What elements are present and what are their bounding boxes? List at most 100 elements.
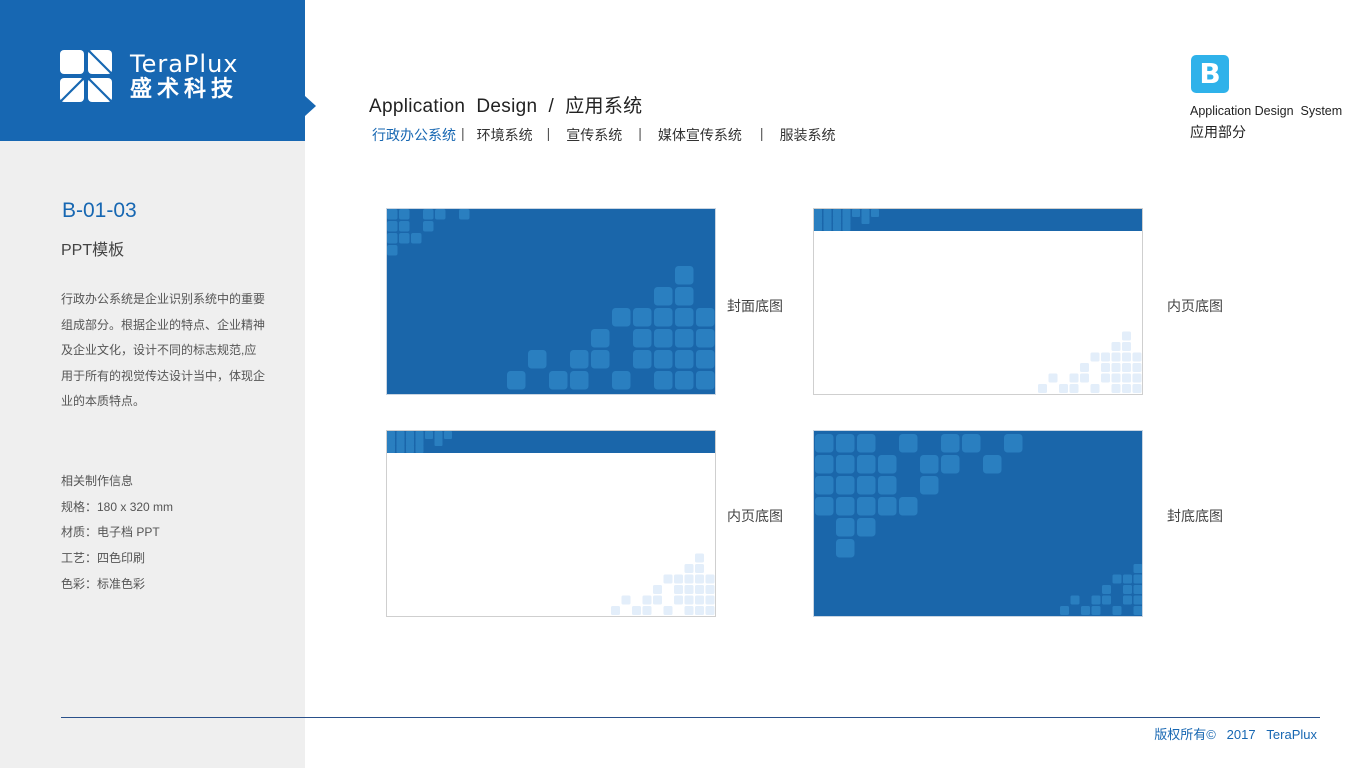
tile — [836, 497, 855, 516]
tile — [387, 221, 398, 232]
tile — [1081, 606, 1090, 615]
tab-separator: | — [461, 125, 465, 141]
tile — [684, 595, 694, 605]
tile — [899, 497, 918, 516]
page-code: B-01-03 — [62, 199, 137, 222]
tile — [861, 209, 870, 217]
tile — [653, 585, 662, 594]
tile — [633, 350, 652, 369]
tile — [1080, 373, 1089, 383]
tile — [1048, 373, 1058, 383]
tile — [444, 431, 452, 439]
footer-divider — [61, 717, 1320, 718]
inner-page-template-thumbnail[interactable] — [386, 430, 716, 617]
tile — [878, 455, 897, 474]
tile — [591, 350, 610, 369]
tile — [507, 371, 526, 390]
tile — [833, 209, 841, 217]
tab-environment[interactable]: 环境系统 — [477, 125, 533, 145]
tile — [941, 455, 960, 474]
tile — [406, 431, 414, 439]
tile — [654, 287, 673, 306]
tile — [823, 216, 832, 224]
tile — [1038, 384, 1047, 393]
tile — [815, 455, 834, 474]
tile — [411, 233, 422, 244]
tile — [675, 329, 694, 348]
tile — [528, 350, 547, 369]
tile — [396, 445, 405, 453]
tab-apparel[interactable]: 服装系统 — [780, 125, 836, 145]
tile — [852, 209, 860, 217]
inner-tile-pattern — [387, 431, 715, 615]
thumbnail-caption: 封面底图 — [727, 298, 783, 314]
cover-template-thumbnail[interactable] — [386, 208, 716, 395]
tile — [387, 438, 395, 446]
teraplux-logo-icon — [60, 50, 112, 102]
tile — [1133, 595, 1142, 605]
tile — [814, 216, 822, 224]
tile — [663, 574, 673, 584]
tile — [1090, 352, 1100, 362]
cover-tile-pattern — [387, 209, 715, 390]
thumbnail-caption: 内页底图 — [727, 508, 783, 524]
copyright: 版权所有© 2017 TeraPlux — [1154, 727, 1317, 742]
tile — [815, 476, 834, 495]
tile — [396, 431, 405, 439]
tile — [1112, 574, 1122, 584]
back-cover-template-thumbnail[interactable] — [813, 430, 1143, 617]
tile — [1060, 606, 1069, 615]
tile — [1101, 352, 1110, 362]
info-spec: 规格：180 x 320 mm — [61, 499, 174, 514]
tile — [399, 209, 410, 220]
inner-page-template-thumbnail[interactable] — [813, 208, 1143, 395]
page-subtitle: PPT模板 — [61, 242, 125, 259]
tile — [920, 455, 939, 474]
tile — [406, 445, 414, 453]
tile — [696, 329, 715, 348]
tile — [415, 438, 424, 446]
info-material: 材质：电子档 PPT — [61, 525, 160, 540]
tab-promotion[interactable]: 宣传系统 — [566, 125, 622, 145]
back-tile-pattern — [815, 434, 1142, 615]
tile — [983, 455, 1002, 474]
tile — [684, 585, 694, 594]
tile — [1133, 564, 1142, 573]
tile — [1102, 585, 1111, 594]
tile — [459, 209, 470, 220]
tile — [705, 606, 715, 615]
tile — [1111, 384, 1121, 393]
tile — [387, 245, 398, 256]
tile — [836, 539, 855, 558]
tab-separator: | — [546, 125, 551, 141]
tile — [857, 455, 876, 474]
tile — [1112, 606, 1122, 615]
page-title: Application Design / 应用系统 — [369, 96, 643, 117]
tile — [1111, 342, 1121, 351]
tile — [387, 431, 395, 439]
tile — [695, 595, 704, 605]
tile — [833, 223, 841, 231]
tile — [642, 606, 652, 615]
tile — [435, 209, 446, 220]
tile — [842, 209, 851, 217]
tile — [654, 350, 673, 369]
tile — [836, 455, 855, 474]
tile — [836, 476, 855, 495]
tile — [1101, 363, 1110, 372]
tile — [611, 606, 620, 615]
tile — [675, 287, 694, 306]
tile — [941, 434, 960, 453]
tile — [878, 476, 897, 495]
tile — [871, 209, 879, 217]
tile — [705, 595, 715, 605]
tab-admin-office[interactable]: 行政办公系统 — [372, 125, 456, 145]
tile — [814, 209, 822, 217]
tile — [815, 497, 834, 516]
tab-media-promotion[interactable]: 媒体宣传系统 — [658, 125, 742, 145]
tile — [695, 553, 704, 563]
tile — [696, 350, 715, 369]
tile — [1133, 606, 1142, 615]
tile — [425, 431, 433, 439]
tile — [1004, 434, 1023, 453]
